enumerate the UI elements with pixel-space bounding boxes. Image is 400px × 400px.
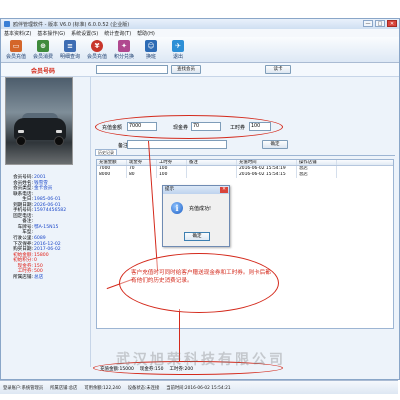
info-value: 鄂A-15N15	[34, 224, 59, 230]
main-window: 鸥伴管理软件 - 版本 V6.0 (标准) 6.0.0.52 (企业版) — □…	[0, 18, 400, 380]
toolbar-recharge-2-button[interactable]: ¥ 会员充值	[85, 38, 109, 62]
table-cell: 2016-06-02 15:54:15	[237, 172, 297, 178]
dialog-message: 充值成功!	[189, 206, 212, 212]
recharge-panel: 充值金额 7000 现金券 70 工时券 100 备注 确定 历史记录 充值金额…	[92, 77, 399, 367]
gift-icon: ✦	[118, 39, 130, 52]
confirm-button[interactable]: 确定	[262, 140, 288, 149]
watermark: 武汉旭荣科技有限公司	[116, 352, 286, 368]
member-number-input[interactable]	[96, 65, 168, 74]
table-cell	[187, 172, 237, 178]
toolbar: ▭ 会员充值 ⊕ 会员消费 ≡ 明细查询 ¥ 会员充值 ✦ 积分兑换 ☺ 换班 …	[1, 37, 399, 63]
highlight-ellipse-fields	[95, 115, 283, 139]
table-row[interactable]: 8000 80 100 2016-06-02 15:54:15 总店	[97, 172, 393, 178]
car-photo	[5, 77, 73, 165]
member-number-label: 会员号码	[31, 68, 56, 75]
coin-icon: ¥	[91, 39, 103, 52]
dialog-title-bar: 提示 ✕	[163, 186, 229, 194]
toolbar-details-button[interactable]: ≡ 明细查询	[58, 38, 82, 62]
read-card-button[interactable]: 读卡	[265, 65, 291, 74]
search-row: 会员号码 查找会员 读卡	[1, 63, 399, 77]
status-device: 设备状态:未连接	[127, 385, 160, 391]
minimize-button[interactable]: —	[363, 20, 373, 27]
member-panel: 会员号码: 2001 会员姓名: 钱雪雪 会员类型: 金卡会员 联系电话: 生日: 19…	[1, 77, 91, 367]
status-balance: 可用余额:122,240	[84, 385, 121, 391]
app-logo-icon	[4, 21, 10, 27]
dialog-title: 提示	[165, 187, 174, 192]
info-key: 所属店铺:	[13, 274, 33, 280]
column-header[interactable]: 充值时间	[237, 160, 297, 165]
maximize-button[interactable]: □	[375, 20, 385, 27]
note-input[interactable]	[127, 140, 227, 149]
toolbar-recharge-button[interactable]: ▭ 会员充值	[4, 38, 28, 62]
table-cell: 8000	[97, 172, 127, 178]
status-time: 当前时间:2016-06-02 15:54:21	[166, 385, 231, 391]
dialog-close-icon[interactable]: ✕	[220, 187, 228, 193]
info-value: 15974456582	[34, 208, 67, 214]
cart-icon: ⊕	[37, 39, 49, 52]
success-dialog: 提示 ✕ i 充值成功! 确定	[162, 185, 230, 247]
close-button[interactable]: ✕	[387, 20, 397, 27]
info-icon: i	[171, 202, 183, 214]
info-value: 金卡会员	[34, 186, 53, 192]
find-member-button[interactable]: 查找会员	[171, 65, 201, 74]
info-value: 总店	[34, 274, 44, 280]
toolbar-points-button[interactable]: ✦ 积分兑换	[112, 38, 136, 62]
menu-help[interactable]: 帮助(H)	[137, 30, 155, 37]
list-icon: ≡	[64, 39, 76, 52]
status-bar: 登录账户:系统管理员 所属店铺:总店 可用余额:122,240 设备状态:未连接…	[0, 380, 398, 394]
table-cell: 80	[127, 172, 157, 178]
column-header[interactable]: 工时券	[157, 160, 187, 165]
toolbar-exit-button[interactable]: ✈ 退出	[166, 38, 190, 62]
member-info: 会员号码: 2001 会员姓名: 钱雪雪 会员类型: 金卡会员 联系电话: 生日: 19…	[4, 175, 90, 280]
annotation-text: 客户充值时可同时给客户赠送现金券和工时券。则卡后都有他们的历史消费记录。	[131, 270, 271, 284]
column-header[interactable]: 充值金额	[97, 160, 127, 165]
menu-basic-data[interactable]: 基本资料(Z)	[4, 30, 31, 37]
card-icon: ▭	[10, 39, 22, 52]
column-header[interactable]: 备注	[187, 160, 237, 165]
person-icon: ☺	[145, 39, 157, 52]
column-header[interactable]: 操作店铺	[297, 160, 337, 165]
title-bar: 鸥伴管理软件 - 版本 V6.0 (标准) 6.0.0.52 (企业版) — □…	[1, 19, 399, 29]
menu-statistics[interactable]: 统计查询(T)	[104, 30, 131, 37]
table-cell: 100	[157, 172, 187, 178]
menu-settings[interactable]: 系统设置(S)	[71, 30, 98, 37]
status-store: 所属店铺:总店	[50, 385, 78, 391]
menu-bar: 基本资料(Z) 基本操作(G) 系统设置(S) 统计查询(T) 帮助(H)	[1, 29, 399, 37]
exit-icon: ✈	[172, 39, 184, 52]
toolbar-consume-button[interactable]: ⊕ 会员消费	[31, 38, 55, 62]
table-cell: 总店	[297, 172, 337, 178]
dialog-ok-button[interactable]: 确定	[184, 232, 210, 241]
window-title: 鸥伴管理软件 - 版本 V6.0 (标准) 6.0.0.52 (企业版)	[13, 21, 130, 28]
status-user: 登录账户:系统管理员	[3, 385, 44, 391]
menu-basic-ops[interactable]: 基本操作(G)	[37, 30, 65, 37]
toolbar-shift-button[interactable]: ☺ 换班	[139, 38, 163, 62]
column-header[interactable]: 现金券	[127, 160, 157, 165]
